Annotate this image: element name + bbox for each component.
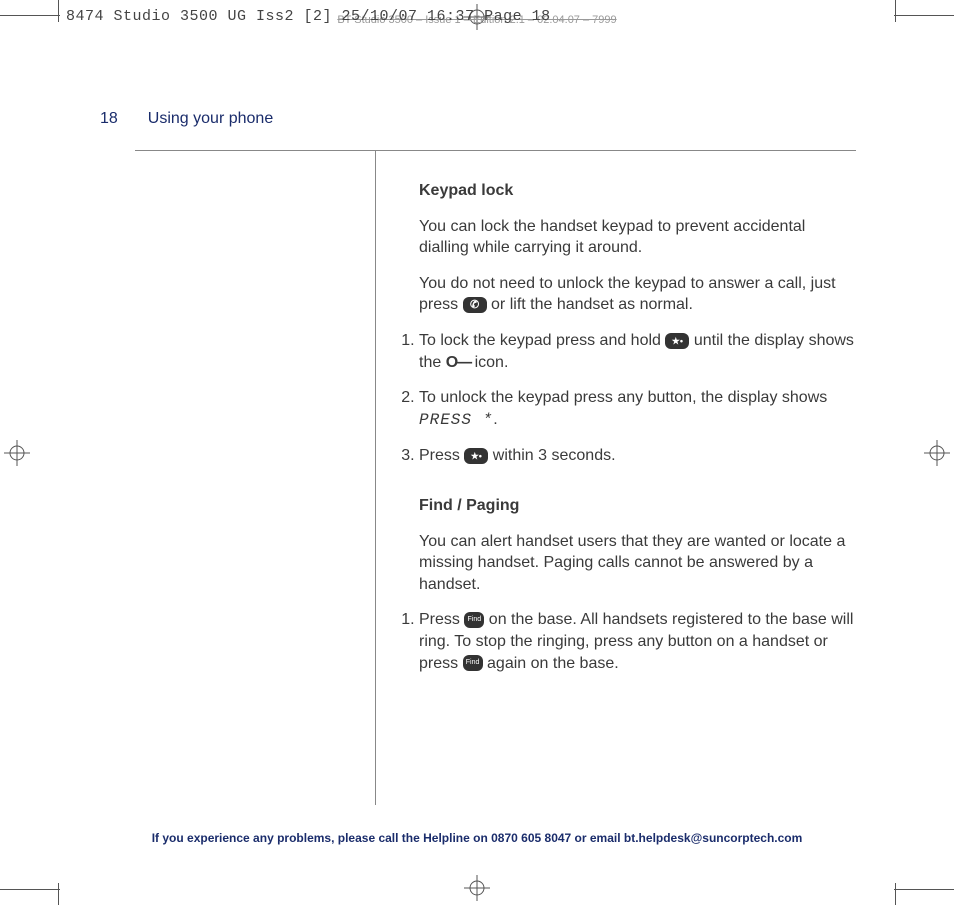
keypad-steps: To lock the keypad press and hold until … xyxy=(395,330,855,467)
text: To lock the keypad press and hold xyxy=(419,332,665,349)
text: icon. xyxy=(475,354,509,371)
footer-helpline: If you experience any problems, please c… xyxy=(0,831,954,845)
keypad-lock-heading: Keypad lock xyxy=(419,180,855,202)
keypad-intro-2: You do not need to unlock the keypad to … xyxy=(419,273,855,316)
text: on the base. All handsets registered to … xyxy=(419,611,853,671)
text: within 3 seconds. xyxy=(493,447,616,464)
section-title: Using your phone xyxy=(148,110,273,128)
text: To unlock the keypad press any button, t… xyxy=(419,389,827,406)
crop-mark xyxy=(895,883,896,905)
text: again on the base. xyxy=(487,655,619,672)
page-header-block: 18 Using your phone xyxy=(100,110,870,128)
registration-mark xyxy=(4,440,30,466)
star-key-icon xyxy=(665,333,689,349)
keypad-step-3: Press within 3 seconds. xyxy=(419,445,855,467)
text: Press xyxy=(419,447,464,464)
keypad-intro-1: You can lock the handset keypad to preve… xyxy=(419,216,855,259)
text: or lift the handset as normal. xyxy=(491,296,693,313)
proof-header: 8474 Studio 3500 UG Iss2 [2] 25/10/07 16… xyxy=(66,8,551,25)
paging-step-1: Press on the base. All handsets register… xyxy=(419,609,855,674)
star-key-icon xyxy=(464,448,488,464)
keypad-step-1: To lock the keypad press and hold until … xyxy=(419,330,855,373)
text: Press xyxy=(419,611,464,628)
page-number: 18 xyxy=(100,110,118,128)
body-content: Keypad lock You can lock the handset key… xyxy=(395,180,855,688)
find-paging-heading: Find / Paging xyxy=(419,495,855,517)
divider-vertical xyxy=(375,150,376,805)
text: . xyxy=(493,411,497,428)
crop-mark xyxy=(0,889,60,890)
lcd-text: PRESS * xyxy=(419,411,493,429)
find-key-icon xyxy=(464,612,484,628)
paging-steps: Press on the base. All handsets register… xyxy=(395,609,855,674)
find-key-icon xyxy=(463,655,483,671)
crop-mark xyxy=(894,889,954,890)
paging-intro: You can alert handset users that they ar… xyxy=(419,531,855,596)
registration-mark xyxy=(464,875,490,901)
keypad-step-2: To unlock the keypad press any button, t… xyxy=(419,387,855,431)
divider-horizontal xyxy=(135,150,856,151)
registration-mark xyxy=(924,440,950,466)
crop-mark xyxy=(58,883,59,905)
lock-icon: O— xyxy=(446,352,470,374)
phone-key-icon xyxy=(463,297,487,313)
